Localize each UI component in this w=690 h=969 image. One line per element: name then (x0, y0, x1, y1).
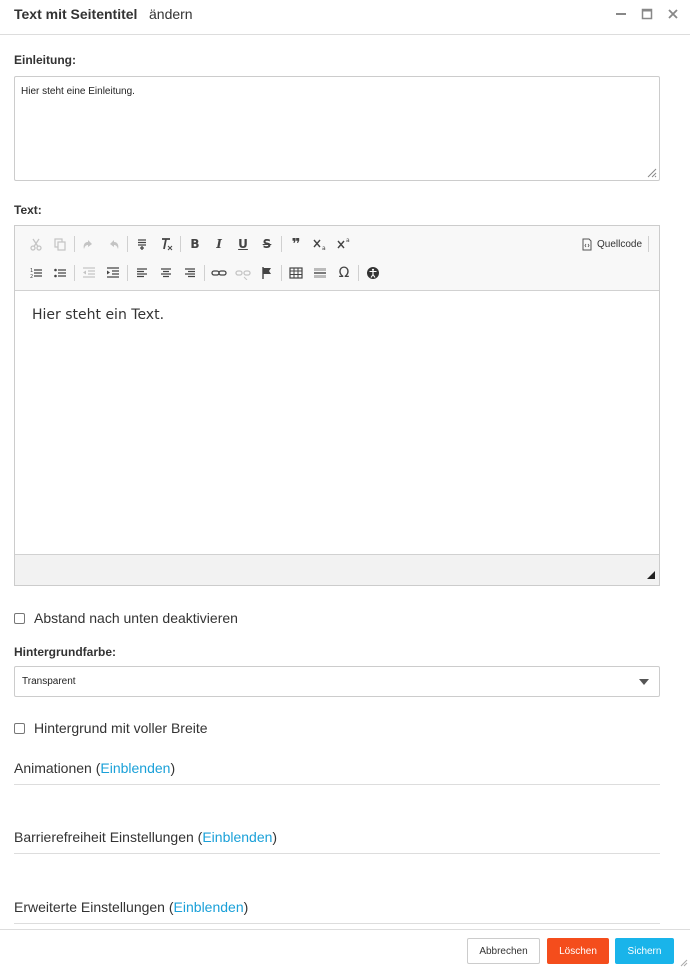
section-title: Animationen (14, 760, 92, 776)
source-code-button[interactable]: Quellcode (581, 235, 650, 253)
copy-icon[interactable] (48, 233, 72, 255)
editor-content-text: Hier steht ein Text. (32, 307, 165, 323)
svg-text:2: 2 (30, 274, 33, 280)
align-left-icon[interactable] (130, 262, 154, 284)
toolbar-separator (180, 236, 181, 252)
toolbar-separator (358, 265, 359, 281)
text-label: Text: (14, 203, 42, 217)
undo-icon[interactable] (77, 233, 101, 255)
chevron-down-icon (639, 679, 649, 685)
dialog-subtitle: ändern (149, 6, 193, 22)
svg-text:a: a (322, 245, 326, 251)
subscript-icon[interactable]: a (308, 233, 332, 255)
blockquote-icon[interactable]: ❞ (284, 233, 308, 255)
section-toggle-link[interactable]: Einblenden (202, 829, 272, 845)
outdent-icon[interactable] (77, 262, 101, 284)
redo-icon[interactable] (101, 233, 125, 255)
special-char-icon[interactable]: Ω (332, 262, 356, 284)
resize-grip-icon[interactable] (645, 166, 657, 178)
background-color-label: Hintergrundfarbe: (14, 645, 116, 659)
intro-textarea[interactable]: Hier steht eine Einleitung. (14, 76, 660, 181)
toolbar-separator (127, 265, 128, 281)
strikethrough-icon[interactable]: S (255, 233, 279, 255)
rich-text-editor: B I U S ❞ a a Quellcode 12 Ω Hier steht … (14, 225, 660, 586)
unlink-icon[interactable] (231, 262, 255, 284)
toolbar-separator (74, 265, 75, 281)
italic-icon[interactable]: I (207, 233, 231, 255)
editor-statusbar (15, 554, 659, 585)
bold-icon[interactable]: B (183, 233, 207, 255)
underline-icon[interactable]: U (231, 233, 255, 255)
spacing-checkbox-row[interactable]: Abstand nach unten deaktivieren (14, 610, 238, 626)
editor-toolbar: B I U S ❞ a a Quellcode 12 Ω (15, 226, 659, 291)
spacing-checkbox[interactable] (14, 612, 25, 624)
toolbar-row-2: 12 Ω (24, 262, 385, 284)
toolbar-row-1: B I U S ❞ a a (24, 233, 356, 255)
intro-textarea-value: Hier steht eine Einleitung. (21, 86, 135, 97)
source-code-label: Quellcode (597, 238, 643, 250)
delete-button[interactable]: Löschen (547, 938, 609, 964)
horizontal-line-icon[interactable] (308, 262, 332, 284)
numbered-list-icon[interactable]: 12 (24, 262, 48, 284)
dialog-resize-icon[interactable] (679, 958, 688, 967)
save-button[interactable]: Sichern (615, 938, 674, 964)
full-width-checkbox[interactable] (14, 722, 25, 734)
section-toggle-link[interactable]: Einblenden (174, 899, 244, 915)
minimize-icon[interactable] (612, 5, 630, 23)
intro-label: Einleitung: (14, 53, 76, 67)
section-toggle-link[interactable]: Einblenden (100, 760, 170, 776)
section-advanced: Erweiterte Einstellungen (Einblenden) (14, 899, 660, 924)
close-icon[interactable] (664, 5, 682, 23)
section-title: Barrierefreiheit Einstellungen (14, 829, 194, 845)
section-animations: Animationen (Einblenden) (14, 760, 660, 785)
dialog-title: Text mit Seitentitel (14, 6, 138, 22)
toolbar-separator (127, 236, 128, 252)
align-center-icon[interactable] (154, 262, 178, 284)
full-width-checkbox-row[interactable]: Hintergrund mit voller Breite (14, 720, 208, 736)
document-icon (582, 238, 592, 250)
toolbar-separator (74, 236, 75, 252)
section-accessibility: Barrierefreiheit Einstellungen (Einblend… (14, 829, 660, 854)
maximize-icon[interactable] (638, 5, 656, 23)
superscript-icon[interactable]: a (332, 233, 356, 255)
cut-icon[interactable] (24, 233, 48, 255)
toolbar-separator (281, 236, 282, 252)
dialog-titlebar: Text mit Seitentitel ändern (0, 0, 690, 35)
section-title: Erweiterte Einstellungen (14, 899, 165, 915)
cancel-button[interactable]: Abbrechen (467, 938, 540, 964)
toolbar-separator (648, 236, 650, 252)
dialog-footer: Abbrechen Löschen Sichern (0, 929, 690, 969)
indent-icon[interactable] (101, 262, 125, 284)
svg-text:a: a (346, 237, 350, 244)
remove-format-icon[interactable] (154, 233, 178, 255)
anchor-flag-icon[interactable] (255, 262, 279, 284)
editor-resize-icon[interactable] (646, 570, 656, 580)
spacing-label: Abstand nach unten deaktivieren (34, 610, 238, 626)
editor-content-area[interactable]: Hier steht ein Text. (15, 292, 659, 554)
table-icon[interactable] (284, 262, 308, 284)
bulleted-list-icon[interactable] (48, 262, 72, 284)
paste-text-icon[interactable] (130, 233, 154, 255)
align-right-icon[interactable] (178, 262, 202, 284)
background-color-value: Transparent (22, 676, 76, 687)
toolbar-separator (204, 265, 205, 281)
link-icon[interactable] (207, 262, 231, 284)
background-color-select[interactable]: Transparent (14, 666, 660, 697)
full-width-label: Hintergrund mit voller Breite (34, 720, 208, 736)
toolbar-separator (281, 265, 282, 281)
accessibility-icon[interactable] (361, 262, 385, 284)
